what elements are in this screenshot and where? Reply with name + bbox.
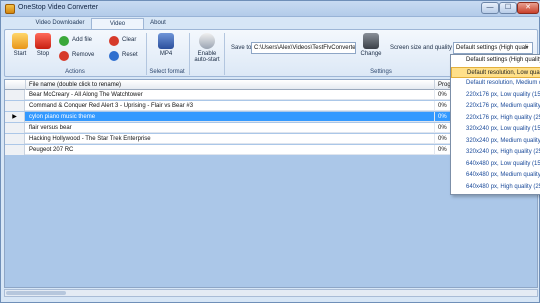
row-indicator[interactable] <box>5 90 25 100</box>
row-indicator[interactable] <box>5 101 25 111</box>
quality-option[interactable]: 220x176 px, Medium quality ( <box>451 101 540 113</box>
actions-group-label: Actions <box>65 69 85 75</box>
file-name-cell[interactable]: Hacking Hollywood - The Star Trek Enterp… <box>26 134 435 144</box>
app-window: OneStop Video Converter — ☐ ✕ Video Down… <box>0 0 540 303</box>
quality-option[interactable]: 220x176 px, High quality (25 <box>451 113 540 125</box>
film-icon <box>158 33 174 49</box>
file-name-cell[interactable]: cylon piano music theme <box>26 112 435 122</box>
quality-option-highlighted[interactable]: Default resolution, Low quality <box>451 66 540 78</box>
clear-icon <box>109 36 119 46</box>
gears-icon <box>12 33 28 49</box>
minus-icon <box>59 51 69 61</box>
tab-about[interactable]: About <box>144 18 172 29</box>
quality-select[interactable]: Default settings (High quali ▼ <box>453 42 533 54</box>
quality-option[interactable]: 640x480 px, Low quality (15 f <box>451 159 540 171</box>
tab-video-downloader[interactable]: Video Downloader <box>29 18 91 29</box>
save-to-label: Save to: <box>231 45 254 51</box>
app-icon <box>5 4 15 14</box>
clear-button[interactable]: Clear <box>109 35 143 47</box>
quality-option[interactable]: 640x480 px, Medium quality ( <box>451 170 540 182</box>
reset-icon <box>109 51 119 61</box>
close-button[interactable]: ✕ <box>517 2 539 14</box>
start-button[interactable]: Start <box>9 33 31 65</box>
clock-icon <box>199 33 215 49</box>
row-header-corner <box>5 80 26 90</box>
ribbon-tabs: Video Downloader Video Converter About <box>1 17 540 38</box>
remove-button[interactable]: Remove <box>59 50 99 62</box>
chevron-down-icon[interactable]: ▼ <box>523 43 531 53</box>
quality-option[interactable]: Default settings (High quality) <box>451 55 540 67</box>
camera-icon <box>363 33 379 49</box>
quality-option[interactable]: 320x240 px, Medium quality ( <box>451 136 540 148</box>
file-name-cell[interactable]: Bear McCreary - All Along The Watchtower <box>26 90 435 100</box>
file-name-cell[interactable]: Command & Conquer Red Alert 3 - Uprising… <box>26 101 435 111</box>
reset-button[interactable]: Reset <box>109 50 143 62</box>
change-folder-button[interactable]: Change <box>357 33 385 65</box>
window-title: OneStop Video Converter <box>18 4 99 11</box>
scrollbar-thumb[interactable] <box>6 291 66 295</box>
plus-icon <box>59 36 69 46</box>
stop-button[interactable]: Stop <box>32 33 54 65</box>
add-file-button[interactable]: Add file <box>59 35 99 47</box>
save-to-path-field[interactable]: C:\Users\Alex\Videos\TestFlvConverter <box>251 42 356 54</box>
quality-option[interactable]: 320x240 px, Low quality (15 f <box>451 124 540 136</box>
quality-select-value: Default settings (High quali <box>456 45 528 51</box>
quality-dropdown-list: Default settings (High quality) Default … <box>450 54 540 195</box>
title-bar[interactable]: OneStop Video Converter — ☐ ✕ <box>1 1 540 17</box>
horizontal-scrollbar[interactable] <box>4 289 538 297</box>
group-separator <box>189 33 190 75</box>
file-name-cell[interactable]: Peugeot 207 RC <box>26 145 435 155</box>
quality-option[interactable]: Default resolution, Medium qu <box>451 78 540 90</box>
quality-option[interactable]: 320x240 px, High quality (25 <box>451 147 540 159</box>
select-format-group-label: Select format <box>149 69 185 75</box>
format-select-button[interactable]: MP4 <box>153 33 179 65</box>
column-header-filename[interactable]: File name (double click to rename) <box>26 80 435 90</box>
auto-start-button[interactable]: Enable auto-start <box>193 33 221 65</box>
row-indicator[interactable] <box>5 134 25 144</box>
minimize-button[interactable]: — <box>481 2 499 14</box>
tab-video-converter[interactable]: Video Converter <box>91 18 144 38</box>
current-row-icon[interactable]: ▶ <box>5 112 25 122</box>
file-name-cell[interactable]: flair versus bear <box>26 123 435 133</box>
quality-option[interactable]: 640x480 px, High quality (25 <box>451 182 540 194</box>
row-indicator[interactable] <box>5 145 25 155</box>
quality-label: Screen size and quality <box>390 45 453 51</box>
stop-icon <box>35 33 51 49</box>
quality-option[interactable]: 220x176 px, Low quality (15 f <box>451 90 540 102</box>
row-indicator[interactable] <box>5 123 25 133</box>
maximize-button[interactable]: ☐ <box>499 2 517 14</box>
